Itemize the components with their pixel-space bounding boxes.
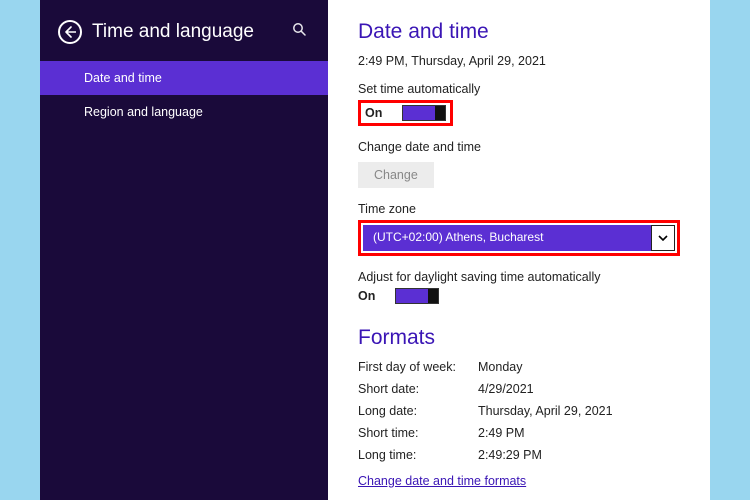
set-time-auto-label: Set time automatically	[358, 82, 680, 96]
long-date-value: Thursday, April 29, 2021	[478, 404, 680, 418]
dst-state: On	[358, 289, 375, 303]
timezone-select[interactable]: (UTC+02:00) Athens, Bucharest	[363, 225, 675, 251]
change-formats-link[interactable]: Change date and time formats	[358, 474, 526, 488]
highlight-timezone: (UTC+02:00) Athens, Bucharest	[358, 220, 680, 256]
content-pane: Date and time 2:49 PM, Thursday, April 2…	[328, 0, 710, 500]
timezone-label: Time zone	[358, 202, 680, 216]
formats-table: First day of week: Monday Short date: 4/…	[358, 360, 680, 462]
dst-label: Adjust for daylight saving time automati…	[358, 270, 680, 284]
set-time-auto-toggle[interactable]	[402, 105, 446, 121]
timezone-chevron	[651, 225, 675, 251]
long-date-label: Long date:	[358, 404, 478, 418]
sidebar-item-region-language[interactable]: Region and language	[40, 95, 328, 129]
highlight-set-time-auto: On	[358, 100, 453, 126]
search-button[interactable]	[288, 18, 310, 45]
sidebar-item-label: Date and time	[84, 71, 162, 85]
first-day-value: Monday	[478, 360, 680, 374]
search-icon	[292, 22, 306, 36]
toggle-knob	[435, 106, 445, 120]
long-time-value: 2:49:29 PM	[478, 448, 680, 462]
settings-window: Time and language Date and time Region a…	[40, 0, 710, 500]
set-time-auto-state: On	[365, 106, 382, 120]
sidebar-item-date-time[interactable]: Date and time	[40, 61, 328, 95]
heading-date-time: Date and time	[358, 20, 680, 44]
sidebar-item-label: Region and language	[84, 105, 203, 119]
short-time-label: Short time:	[358, 426, 478, 440]
dst-toggle[interactable]	[395, 288, 439, 304]
sidebar-title: Time and language	[92, 21, 288, 43]
current-datetime: 2:49 PM, Thursday, April 29, 2021	[358, 54, 680, 68]
short-date-value: 4/29/2021	[478, 382, 680, 396]
back-button[interactable]	[58, 20, 82, 44]
change-button[interactable]: Change	[358, 162, 434, 188]
short-date-label: Short date:	[358, 382, 478, 396]
dst-row: On	[358, 288, 680, 304]
toggle-knob	[428, 289, 438, 303]
sidebar: Time and language Date and time Region a…	[40, 0, 328, 500]
chevron-down-icon	[658, 235, 668, 241]
heading-formats: Formats	[358, 326, 680, 350]
long-time-label: Long time:	[358, 448, 478, 462]
back-arrow-icon	[64, 26, 76, 38]
sidebar-header: Time and language	[40, 0, 328, 61]
timezone-value: (UTC+02:00) Athens, Bucharest	[363, 225, 651, 251]
first-day-label: First day of week:	[358, 360, 478, 374]
short-time-value: 2:49 PM	[478, 426, 680, 440]
change-date-time-label: Change date and time	[358, 140, 680, 154]
set-time-auto-row: On	[365, 105, 446, 121]
